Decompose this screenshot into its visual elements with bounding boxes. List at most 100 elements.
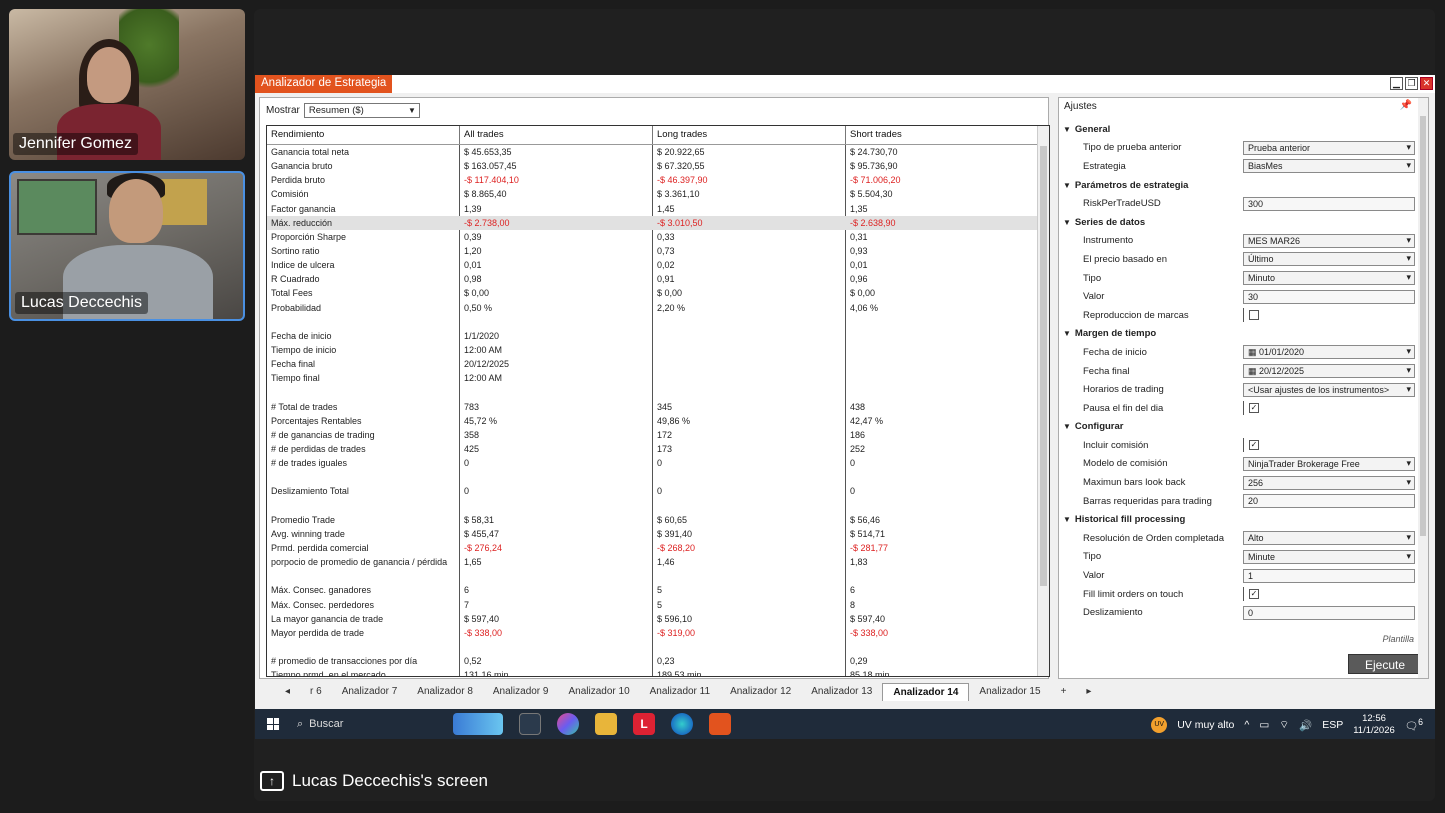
settings-section[interactable]: ▼ Historical fill processing <box>1063 510 1421 529</box>
table-row[interactable]: Total Fees $ 0,00 $ 0,00 $ 0,00 <box>267 286 1049 300</box>
table-row[interactable]: # de perdidas de trades 425 173 252 <box>267 442 1049 456</box>
table-row[interactable]: Perdida bruto -$ 117.404,10 -$ 46.397,90 -$… <box>267 173 1049 187</box>
table-row[interactable]: La mayor ganancia de trade $ 597,40 $ 596,… <box>267 612 1049 626</box>
table-row[interactable]: R Cuadrado 0,98 0,91 0,96 <box>267 272 1049 286</box>
table-row[interactable]: Ganancia total neta $ 45.653,35 $ 20.922,6… <box>267 145 1049 159</box>
tab-analyzer[interactable]: r 6 <box>300 683 332 700</box>
tab-scroll-right-icon[interactable]: ▸ <box>1076 683 1101 700</box>
table-row[interactable]: # de ganancias de trading 358 172 186 <box>267 428 1049 442</box>
settings-dropdown[interactable]: BiasMes <box>1243 159 1415 174</box>
settings-input[interactable]: 20 <box>1243 494 1415 509</box>
language-indicator[interactable]: ESP <box>1322 719 1343 731</box>
header-short-trades[interactable]: Short trades <box>846 126 1039 144</box>
table-row[interactable]: Avg. winning trade $ 455,47 $ 391,40 $ 514,… <box>267 527 1049 541</box>
table-row[interactable]: Proporción Sharpe 0,39 0,33 0,31 <box>267 230 1049 244</box>
settings-section[interactable]: ▼ Configurar <box>1063 418 1421 437</box>
add-tab-icon[interactable]: + <box>1051 683 1077 700</box>
settings-section[interactable]: ▼ General <box>1063 120 1421 139</box>
table-row[interactable]: Mayor perdida de trade -$ 338,00 -$ 319,00… <box>267 626 1049 640</box>
settings-dropdown[interactable]: MES MAR26 <box>1243 233 1415 248</box>
table-row[interactable]: Tiempo final 12:00 AM <box>267 371 1049 385</box>
table-row[interactable]: # Total de trades 783 345 438 <box>267 400 1049 414</box>
tab-analyzer[interactable]: Analizador 8 <box>407 683 483 700</box>
tray-apps-icon[interactable]: ▭ <box>1259 719 1269 731</box>
table-row[interactable]: Fecha final 20/12/2025 <box>267 357 1049 371</box>
table-row[interactable] <box>267 499 1049 513</box>
participant-tile-1[interactable]: Jennifer Gomez <box>9 9 245 160</box>
clock[interactable]: 12:56 11/1/2026 <box>1353 713 1395 737</box>
display-dropdown[interactable]: Resumen ($) ▼ <box>303 103 420 118</box>
settings-section[interactable]: ▼ Series de datos <box>1063 213 1421 232</box>
run-button[interactable]: Ejecute <box>1348 654 1422 674</box>
copilot-icon[interactable] <box>557 713 579 735</box>
table-row[interactable] <box>267 569 1049 583</box>
table-row[interactable]: Fecha de inicio 1/1/2020 <box>267 329 1049 343</box>
tab-analyzer[interactable]: Analizador 14 <box>882 682 970 701</box>
collapse-icon[interactable]: ▼ <box>1063 218 1071 227</box>
table-row[interactable]: # promedio de transacciones por día 0,52 0… <box>267 654 1049 668</box>
table-row[interactable]: Porcentajes Rentables 45,72 % 49,86 % 42,47… <box>267 414 1049 428</box>
table-row[interactable]: Probabilidad 0,50 % 2,20 % 4,06 % <box>267 301 1049 315</box>
collapse-icon[interactable]: ▼ <box>1063 515 1071 524</box>
settings-dropdown[interactable]: Prueba anterior <box>1243 140 1415 155</box>
task-view-icon[interactable] <box>519 713 541 735</box>
tab-analyzer[interactable]: Analizador 15 <box>969 683 1050 700</box>
collapse-icon[interactable]: ▼ <box>1063 329 1071 338</box>
settings-dropdown[interactable]: 256 <box>1243 475 1415 490</box>
settings-dropdown[interactable]: Minuto <box>1243 271 1415 286</box>
close-icon[interactable]: ✕ <box>1420 77 1433 90</box>
restore-icon[interactable]: ❐ <box>1405 77 1418 90</box>
tab-analyzer[interactable]: Analizador 13 <box>801 683 882 700</box>
scrollbar-thumb[interactable] <box>1040 146 1047 586</box>
settings-section[interactable]: ▼ Margen de tiempo <box>1063 325 1421 344</box>
table-row[interactable]: Tiempo de inicio 12:00 AM <box>267 343 1049 357</box>
tab-analyzer[interactable]: Analizador 7 <box>332 683 408 700</box>
table-row[interactable]: # de trades iguales 0 0 0 <box>267 456 1049 470</box>
network-icon[interactable]: ⌔ <box>1279 718 1289 732</box>
settings-dropdown[interactable]: ▦ 20/12/2025 <box>1243 364 1415 379</box>
widgets-icon[interactable] <box>453 713 503 735</box>
taskbar-search[interactable]: ⌕ Buscar <box>297 718 437 731</box>
table-row[interactable]: Comisión $ 8.865,40 $ 3.361,10 $ 5.504,30 <box>267 187 1049 201</box>
header-rendimiento[interactable]: Rendimiento <box>267 126 460 144</box>
table-row[interactable]: Máx. Consec. ganadores 6 5 6 <box>267 583 1049 597</box>
settings-section[interactable]: ▼ Parámetros de estrategia <box>1063 176 1421 195</box>
table-row[interactable]: Indice de ulcera 0,01 0,02 0,01 <box>267 258 1049 272</box>
collapse-icon[interactable]: ▼ <box>1063 181 1071 190</box>
tray-chevron-icon[interactable]: ^ <box>1244 719 1249 731</box>
table-row[interactable]: Prmd. perdida comercial -$ 276,24 -$ 268,2… <box>267 541 1049 555</box>
settings-dropdown[interactable]: <Usar ajustes de los instrumentos> <box>1243 382 1415 397</box>
notification-icon[interactable]: 🗨6 <box>1405 717 1423 733</box>
window-titlebar[interactable]: Analizador de Estrategia ▁ ❐ ✕ <box>255 75 1435 93</box>
table-row[interactable] <box>267 640 1049 654</box>
settings-checkbox[interactable] <box>1249 310 1259 321</box>
table-row[interactable]: Máx. Consec. perdedores 7 5 8 <box>267 598 1049 612</box>
tab-analyzer[interactable]: Analizador 9 <box>483 683 559 700</box>
table-row[interactable] <box>267 315 1049 329</box>
table-row[interactable]: Tiempo prmd. en el mercado 131,16 min 189,… <box>267 668 1049 676</box>
weather-text[interactable]: UV muy alto <box>1177 719 1234 731</box>
header-all-trades[interactable]: All trades <box>460 126 653 144</box>
scrollbar-thumb[interactable] <box>1420 116 1426 536</box>
settings-checkbox[interactable]: ✓ <box>1249 403 1259 414</box>
settings-scrollbar[interactable] <box>1418 98 1428 678</box>
table-row[interactable]: porpocio de promedio de ganancia / pérdi… <box>267 555 1049 569</box>
edge-browser-icon[interactable] <box>671 713 693 735</box>
volume-icon[interactable]: 🔊 <box>1299 719 1312 732</box>
grid-scrollbar[interactable] <box>1037 126 1049 676</box>
header-long-trades[interactable]: Long trades <box>653 126 846 144</box>
table-row[interactable] <box>267 385 1049 399</box>
tab-analyzer[interactable]: Analizador 10 <box>558 683 639 700</box>
table-row[interactable] <box>267 470 1049 484</box>
table-row[interactable]: Sortino ratio 1,20 0,73 0,93 <box>267 244 1049 258</box>
collapse-icon[interactable]: ▼ <box>1063 125 1071 134</box>
tab-analyzer[interactable]: Analizador 12 <box>720 683 801 700</box>
windows-start-icon[interactable] <box>267 718 279 730</box>
collapse-icon[interactable]: ▼ <box>1063 422 1071 431</box>
settings-dropdown[interactable]: Alto <box>1243 531 1415 546</box>
tab-analyzer[interactable]: Analizador 11 <box>640 683 720 700</box>
ninjatrader-icon[interactable] <box>709 713 731 735</box>
table-row[interactable]: Factor ganancia 1,39 1,45 1,35 <box>267 202 1049 216</box>
template-link[interactable]: Plantilla <box>1382 634 1414 644</box>
settings-input[interactable]: 1 <box>1243 568 1415 583</box>
